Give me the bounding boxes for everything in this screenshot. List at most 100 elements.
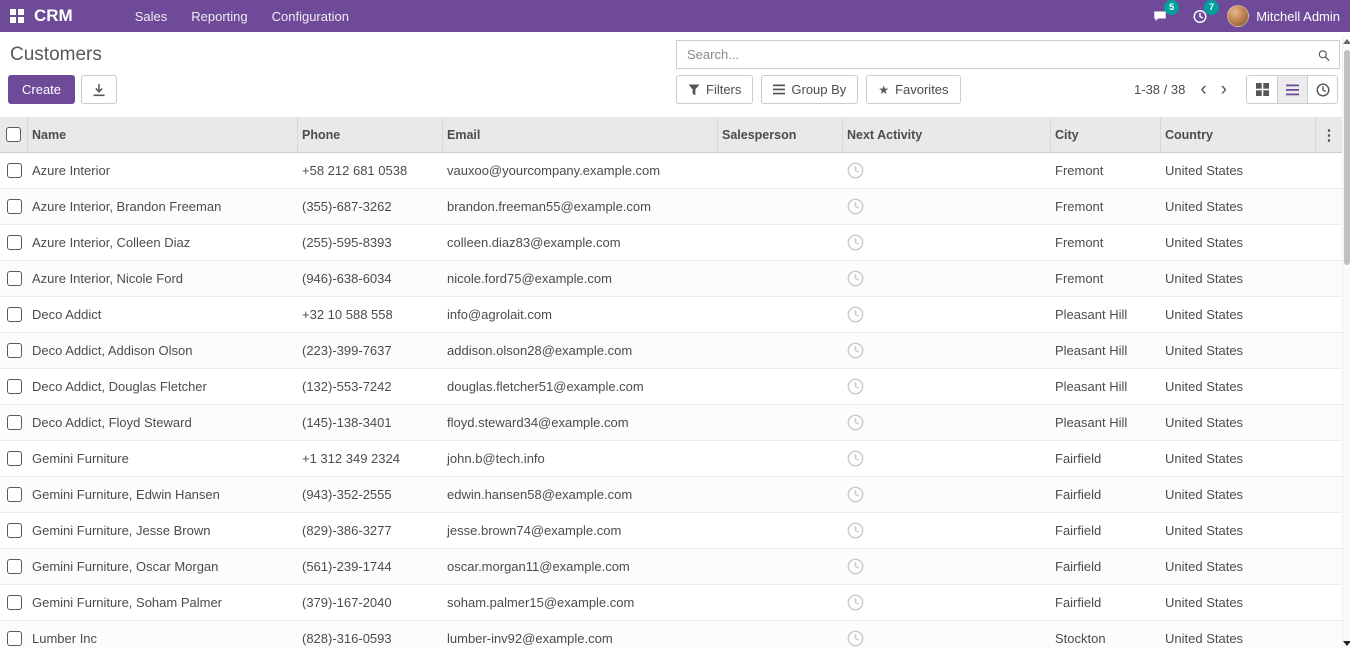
column-header-country[interactable]: Country [1161,117,1316,152]
table-row[interactable]: Gemini Furniture+1 312 349 2324john.b@te… [0,441,1342,477]
table-header: NamePhoneEmailSalespersonNext ActivityCi… [0,117,1342,153]
scroll-down-arrow[interactable] [1343,641,1350,646]
table-row[interactable]: Azure Interior+58 212 681 0538vauxoo@you… [0,153,1342,189]
row-checkbox[interactable] [7,235,22,250]
table-row[interactable]: Deco Addict+32 10 588 558info@agrolait.c… [0,297,1342,333]
table-row[interactable]: Gemini Furniture, Jesse Brown(829)-386-3… [0,513,1342,549]
row-checkbox[interactable] [7,487,22,502]
cell-email: info@agrolait.com [443,297,718,332]
column-header-email[interactable]: Email [443,117,718,152]
cell-next-activity [843,621,1051,648]
navbar-right: 5 7 Mitchell Admin [1147,3,1340,29]
row-checkbox[interactable] [7,199,22,214]
column-header-next-activity[interactable]: Next Activity [843,117,1051,152]
cell-phone: +1 312 349 2324 [298,441,443,476]
next-activity-clock-icon[interactable] [847,270,864,287]
next-activity-clock-icon[interactable] [847,630,864,647]
cell-next-activity [843,225,1051,260]
next-activity-clock-icon[interactable] [847,450,864,467]
row-checkbox[interactable] [7,559,22,574]
next-activity-clock-icon[interactable] [847,522,864,539]
app-title[interactable]: CRM [34,6,73,26]
messages-button[interactable]: 5 [1147,3,1173,29]
next-activity-clock-icon[interactable] [847,558,864,575]
table-row[interactable]: Gemini Furniture, Edwin Hansen(943)-352-… [0,477,1342,513]
next-activity-clock-icon[interactable] [847,306,864,323]
cell-country: United States [1161,369,1316,404]
kanban-view-button[interactable] [1247,76,1277,103]
activity-view-button[interactable] [1307,76,1337,103]
menu-reporting[interactable]: Reporting [179,0,259,32]
next-activity-clock-icon[interactable] [847,342,864,359]
row-checkbox[interactable] [7,595,22,610]
apps-grid-icon [10,9,24,23]
table-row[interactable]: Deco Addict, Addison Olson(223)-399-7637… [0,333,1342,369]
next-activity-clock-icon[interactable] [847,414,864,431]
filters-button[interactable]: Filters [676,75,753,104]
action-buttons: Create [8,75,117,104]
cell-email: soham.palmer15@example.com [443,585,718,620]
scrollbar-thumb[interactable] [1344,50,1350,265]
cell-next-activity [843,333,1051,368]
next-activity-clock-icon[interactable] [847,162,864,179]
next-activity-clock-icon[interactable] [847,198,864,215]
row-checkbox[interactable] [7,415,22,430]
row-checkbox[interactable] [7,631,22,646]
favorites-button[interactable]: ★ Favorites [866,75,960,104]
pager-next-button[interactable]: › [1214,80,1234,99]
create-button[interactable]: Create [8,75,75,104]
row-checkbox[interactable] [7,379,22,394]
cell-phone: (946)-638-6034 [298,261,443,296]
cell-salesperson [718,369,843,404]
next-activity-clock-icon[interactable] [847,486,864,503]
row-checkbox[interactable] [7,451,22,466]
column-header-salesperson[interactable]: Salesperson [718,117,843,152]
table-row[interactable]: Azure Interior, Brandon Freeman(355)-687… [0,189,1342,225]
table-row[interactable]: Deco Addict, Douglas Fletcher(132)-553-7… [0,369,1342,405]
column-header-phone[interactable]: Phone [298,117,443,152]
row-select-cell [0,189,28,224]
menu-sales[interactable]: Sales [123,0,180,32]
scroll-up-arrow[interactable] [1343,39,1350,44]
column-header-name[interactable]: Name [28,117,298,152]
search-icon[interactable] [1312,44,1336,66]
vertical-scrollbar[interactable] [1342,36,1350,648]
cell-name: Gemini Furniture, Soham Palmer [28,585,298,620]
user-menu[interactable]: Mitchell Admin [1227,5,1340,27]
group-by-button[interactable]: Group By [761,75,858,104]
next-activity-clock-icon[interactable] [847,594,864,611]
column-header-city[interactable]: City [1051,117,1161,152]
table-row[interactable]: Azure Interior, Colleen Diaz(255)-595-83… [0,225,1342,261]
search-input[interactable] [676,40,1340,69]
row-options-spacer [1316,369,1342,404]
optional-columns-toggle[interactable]: ⋮ [1318,126,1341,144]
row-checkbox[interactable] [7,343,22,358]
odoo-crm-app: CRM SalesReportingConfiguration 5 7 Mitc… [0,0,1350,648]
cell-salesperson [718,333,843,368]
next-activity-clock-icon[interactable] [847,378,864,395]
row-checkbox[interactable] [7,271,22,286]
table-row[interactable]: Lumber Inc(828)-316-0593lumber-inv92@exa… [0,621,1342,648]
apps-menu-button[interactable] [0,0,34,32]
activities-button[interactable]: 7 [1187,3,1213,29]
table-row[interactable]: Azure Interior, Nicole Ford(946)-638-603… [0,261,1342,297]
cell-next-activity [843,297,1051,332]
table-row[interactable]: Deco Addict, Floyd Steward(145)-138-3401… [0,405,1342,441]
cell-phone: (828)-316-0593 [298,621,443,648]
activities-badge: 7 [1204,0,1219,15]
select-all-checkbox[interactable] [6,127,21,142]
row-options-spacer [1316,585,1342,620]
cell-city: Fairfield [1051,513,1161,548]
row-select-cell [0,225,28,260]
list-view-button[interactable] [1277,76,1307,103]
cell-city: Pleasant Hill [1051,405,1161,440]
next-activity-clock-icon[interactable] [847,234,864,251]
table-row[interactable]: Gemini Furniture, Soham Palmer(379)-167-… [0,585,1342,621]
export-button[interactable] [81,75,117,104]
table-row[interactable]: Gemini Furniture, Oscar Morgan(561)-239-… [0,549,1342,585]
row-checkbox[interactable] [7,307,22,322]
menu-configuration[interactable]: Configuration [260,0,361,32]
row-checkbox[interactable] [7,163,22,178]
pager-previous-button[interactable]: ‹ [1193,80,1213,99]
row-checkbox[interactable] [7,523,22,538]
